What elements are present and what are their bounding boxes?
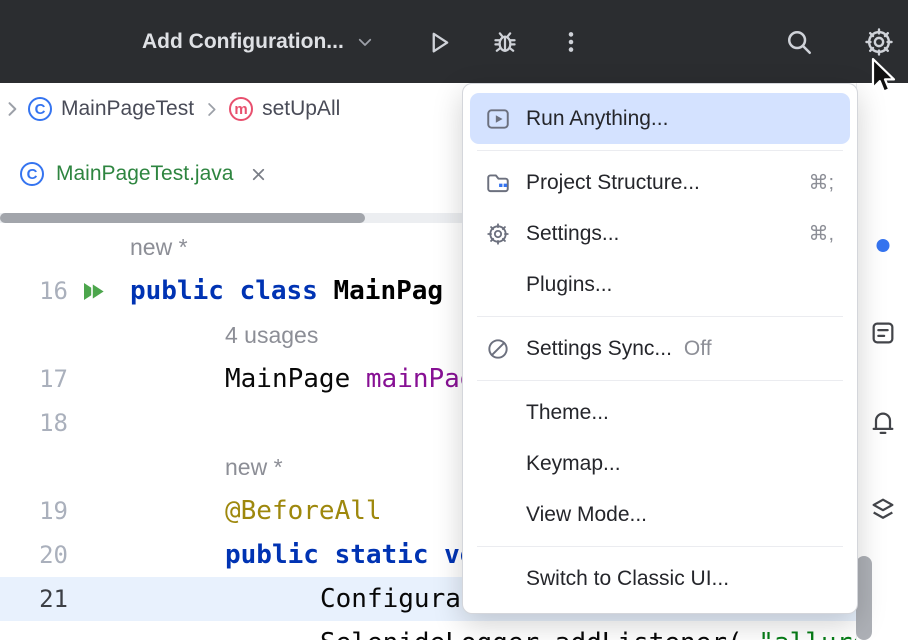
code-text: Configuratio [118, 584, 508, 614]
tab-close-icon[interactable] [249, 165, 268, 184]
run-configuration-label: Add Configuration... [142, 30, 344, 54]
menu-item-project-structure[interactable]: Project Structure... ⌘; [470, 157, 850, 208]
line-number: 16 [0, 277, 68, 305]
breadcrumb-items: C MainPageTest m setUpAll [28, 97, 340, 121]
menu-separator [477, 380, 843, 381]
menu-icon-placeholder [484, 271, 512, 299]
menu-item-switch-to-classic-ui[interactable]: Switch to Classic UI... [470, 553, 850, 604]
menu-item-label: Run Anything... [526, 107, 668, 131]
editor-gutter: 21 [0, 585, 118, 613]
gear-icon [863, 26, 895, 58]
tab-mainpagetest-java[interactable]: C MainPageTest.java [20, 162, 268, 186]
code-vision-hint[interactable]: 4 usages [118, 320, 318, 350]
class-icon: C [28, 97, 52, 121]
menu-item-theme[interactable]: Theme... [470, 387, 850, 438]
breadcrumb-item-mainpagetest[interactable]: C MainPageTest [28, 97, 194, 121]
editor-gutter: 17 [0, 365, 118, 393]
code-text: public class MainPag [118, 276, 443, 306]
settings-button[interactable] [858, 21, 900, 63]
menu-icon-placeholder [484, 565, 512, 593]
menu-item-plugins[interactable]: Plugins... [470, 259, 850, 310]
horizontal-scrollbar-thumb[interactable] [0, 213, 365, 223]
run-class-gutter-icon[interactable] [68, 278, 118, 305]
project-structure-icon [484, 169, 512, 197]
code-vision-hint[interactable]: new * [118, 232, 188, 262]
code-text: @BeforeAll [118, 496, 382, 526]
ide-window: Add Configuration... [0, 0, 908, 640]
menu-separator [477, 150, 843, 151]
line-number: 21 [0, 585, 68, 613]
menu-item-label: Settings Sync... [526, 337, 672, 361]
breadcrumb-item-setupall[interactable]: m setUpAll [229, 97, 340, 121]
tab-label: MainPageTest.java [56, 162, 233, 186]
menu-item-label: Theme... [526, 401, 609, 425]
code-text: SelenideLogger.addListener( "allure", ne… [118, 628, 856, 640]
line-number: 17 [0, 365, 68, 393]
code-vision-hint[interactable]: new * [118, 452, 283, 482]
menu-item-keymap[interactable]: Keymap... [470, 438, 850, 489]
run-anything-icon [484, 105, 512, 133]
tool-stripe-icon-3[interactable] [869, 495, 897, 523]
menu-item-label: Switch to Classic UI... [526, 567, 729, 591]
run-button[interactable] [418, 21, 460, 63]
menu-item-settings[interactable]: Settings... ⌘, [470, 208, 850, 259]
menu-item-label: Plugins... [526, 273, 612, 297]
menu-icon-placeholder [484, 399, 512, 427]
main-toolbar: Add Configuration... [0, 0, 908, 83]
menu-item-shortcut: ⌘, [808, 221, 834, 246]
menu-item-label: Keymap... [526, 452, 621, 476]
chevron-right-icon [202, 100, 221, 119]
menu-item-shortcut: ⌘; [808, 170, 834, 195]
tool-stripe-icon-1[interactable] [869, 319, 897, 347]
more-actions-button[interactable] [550, 21, 592, 63]
menu-icon-placeholder [484, 450, 512, 478]
vertical-scrollbar-thumb[interactable] [856, 556, 872, 640]
menu-item-label: Project Structure... [526, 171, 700, 195]
breadcrumb-label: MainPageTest [61, 97, 194, 121]
kebab-menu-icon [558, 29, 584, 55]
menu-separator [477, 316, 843, 317]
notification-badge-dot [876, 239, 889, 252]
tool-stripe-icon-2[interactable] [869, 409, 897, 437]
menu-item-settings-sync[interactable]: Settings Sync... Off [470, 323, 850, 374]
menu-item-view-mode[interactable]: View Mode... [470, 489, 850, 540]
search-icon [784, 27, 814, 57]
class-icon: C [20, 162, 44, 186]
menu-item-suffix: Off [684, 337, 712, 361]
settings-icon [484, 220, 512, 248]
bug-icon [491, 28, 519, 56]
editor-gutter: 16 [0, 277, 118, 305]
sync-off-icon [484, 335, 512, 363]
editor-gutter: 20 [0, 541, 118, 569]
menu-icon-placeholder [484, 501, 512, 529]
method-icon: m [229, 97, 253, 121]
line-number: 18 [0, 409, 68, 437]
debug-button[interactable] [484, 21, 526, 63]
line-number: 20 [0, 541, 68, 569]
settings-popup-menu: Run Anything... Project Structure... ⌘; Set… [462, 83, 858, 614]
editor-gutter: 19 [0, 497, 118, 525]
code-line-partial: SelenideLogger.addListener( "allure", ne… [0, 621, 856, 640]
menu-item-run-anything[interactable]: Run Anything... [470, 93, 850, 144]
code-text: MainPage mainPag [118, 364, 475, 394]
run-configuration-selector[interactable]: Add Configuration... [142, 30, 374, 54]
chevron-down-icon [356, 33, 374, 51]
play-icon [425, 28, 453, 56]
menu-item-label: Settings... [526, 222, 619, 246]
search-everywhere-button[interactable] [778, 21, 820, 63]
menu-item-label: View Mode... [526, 503, 647, 527]
code-text: public static vo [118, 540, 475, 570]
breadcrumb-collapse-chevron-icon[interactable] [2, 99, 22, 119]
line-number: 19 [0, 497, 68, 525]
editor-gutter: 18 [0, 409, 118, 437]
menu-separator [477, 546, 843, 547]
breadcrumb-label: setUpAll [262, 97, 340, 121]
